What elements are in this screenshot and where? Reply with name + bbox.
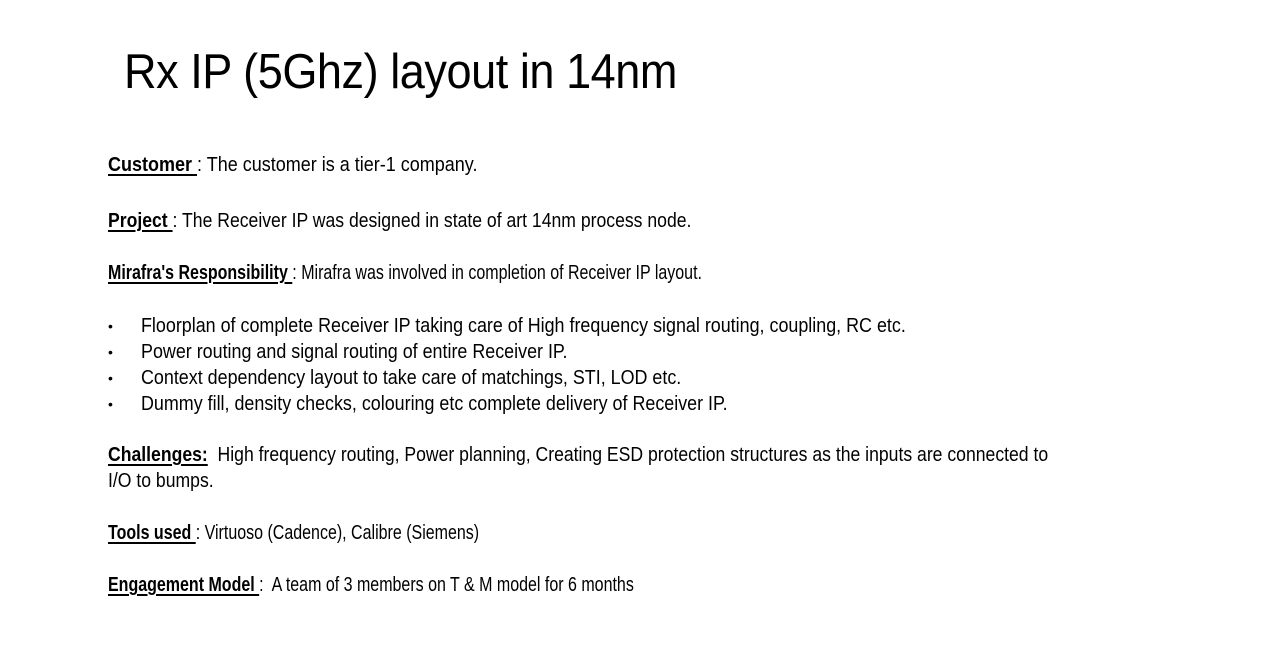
project-separator: : [172,210,183,232]
bullet-text: Floorplan of complete Receiver IP taking… [141,315,906,337]
engagement-label: Engagement Model [108,574,260,596]
challenges-text-continued: I/O to bumps. [108,470,214,492]
tools-label: Tools used [108,522,196,544]
engagement-separator: : [259,574,272,596]
bullet-icon: • [108,370,113,386]
bullet-text: Context dependency layout to take care o… [141,367,682,389]
responsibility-label: Mirafra's Responsibility [108,262,293,284]
bullet-text: Power routing and signal routing of enti… [141,341,568,363]
project-text: The Receiver IP was designed in state of… [182,210,692,232]
customer-separator: : [197,154,207,176]
responsibility-line: Mirafra's Responsibility : Mirafra was i… [108,260,702,286]
bullet-icon: • [108,318,113,334]
challenges-label: Challenges: [108,444,208,466]
bullet-icon: • [108,396,113,412]
project-line: Project : The Receiver IP was designed i… [108,208,691,234]
engagement-line: Engagement Model : A team of 3 members o… [108,572,634,598]
challenges-separator [208,444,218,466]
slide-title: Rx IP (5Ghz) layout in 14nm [124,45,678,99]
customer-line: Customer : The customer is a tier-1 comp… [108,152,477,178]
project-label: Project [108,210,173,232]
customer-label: Customer [108,154,198,176]
bullet-icon: • [108,344,113,360]
challenges-line-2: I/O to bumps. [108,468,214,494]
challenges-line-1: Challenges: High frequency routing, Powe… [108,442,1048,468]
tools-line: Tools used : Virtuoso (Cadence), Calibre… [108,520,479,546]
tools-text: Virtuoso (Cadence), Calibre (Siemens) [204,522,480,544]
challenges-text: High frequency routing, Power planning, … [217,444,1049,466]
engagement-text: A team of 3 members on T & M model for 6… [271,574,634,596]
responsibility-text: Mirafra was involved in completion of Re… [301,262,702,284]
responsibility-separator: : [292,262,302,284]
bullet-text: Dummy fill, density checks, colouring et… [141,393,728,415]
tools-separator: : [195,522,205,544]
customer-text: The customer is a tier-1 company. [206,154,478,176]
